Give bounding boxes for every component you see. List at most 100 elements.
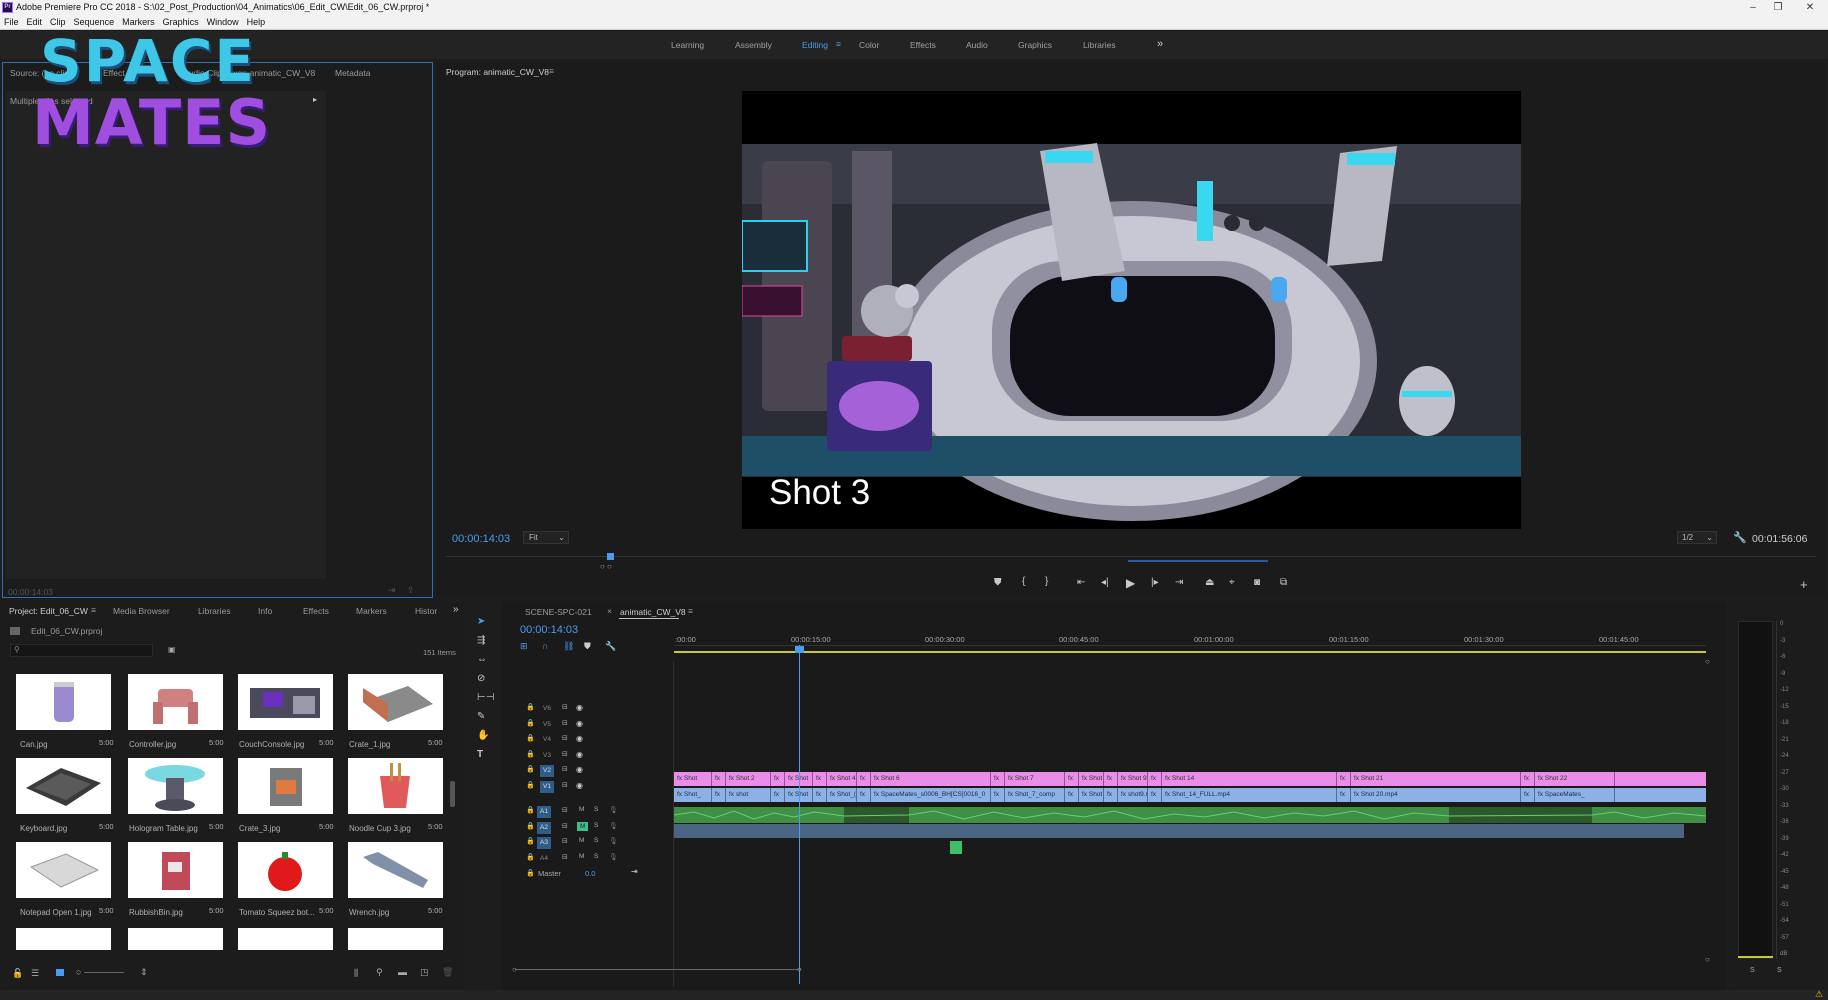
timeline-clip[interactable]: fx Shot 6: [871, 772, 991, 786]
timeline-clip[interactable]: fx: [1148, 788, 1162, 802]
timeline-playhead[interactable]: [795, 646, 804, 653]
solo-button[interactable]: S: [594, 806, 598, 813]
solo-button[interactable]: S: [594, 853, 598, 860]
track-select-tool-icon[interactable]: ⇶: [477, 635, 485, 646]
tab-info[interactable]: Info: [258, 606, 272, 616]
timeline-clip[interactable]: fx: [857, 788, 871, 802]
project-item-couchconsole[interactable]: [238, 674, 333, 730]
resolution-dropdown[interactable]: 1/2 ⌄: [1677, 531, 1717, 544]
lock-icon[interactable]: 🔒: [526, 734, 535, 742]
project-scrollbar[interactable]: [450, 781, 455, 807]
tab-libraries[interactable]: Libraries: [198, 606, 231, 616]
timeline-clip[interactable]: fx: [1065, 788, 1079, 802]
project-item-crate3[interactable]: [238, 758, 333, 814]
wrench-icon[interactable]: 🔧: [605, 641, 616, 652]
ripple-edit-tool-icon[interactable]: ⇔: [477, 654, 487, 665]
go-to-end-icon[interactable]: ⇥: [631, 867, 638, 876]
mute-button[interactable]: M: [579, 806, 584, 813]
timeline-clip[interactable]: fx: [1104, 772, 1118, 786]
tab-markers[interactable]: Markers: [356, 606, 387, 616]
timeline-scrollbar[interactable]: [515, 969, 801, 970]
slip-tool-icon[interactable]: ⊢⊣: [477, 692, 494, 703]
add-marker-icon[interactable]: ⛊: [994, 577, 1002, 588]
new-bin-icon[interactable]: ▣: [168, 645, 176, 654]
program-playhead[interactable]: [607, 553, 615, 560]
toggle-sync-lock-icon[interactable]: ⊟: [562, 750, 568, 758]
more-tabs-icon[interactable]: »: [453, 604, 459, 615]
timeline-clip[interactable]: fx Shot: [1079, 788, 1104, 802]
project-item-rubbishbin[interactable]: [128, 842, 223, 898]
track-label-v6[interactable]: V6: [540, 703, 554, 715]
close-tab-icon[interactable]: ×: [607, 606, 612, 616]
track-label-v3[interactable]: V3: [540, 750, 554, 762]
toggle-sync-lock-icon[interactable]: ⊟: [562, 703, 568, 711]
timeline-clip[interactable]: fx: [857, 772, 871, 786]
more-workspaces-icon[interactable]: »: [1157, 38, 1163, 50]
search-input[interactable]: [10, 644, 153, 657]
mute-button[interactable]: M: [579, 853, 584, 860]
timeline-clip[interactable]: fx Shot_: [674, 788, 712, 802]
export-frame-icon[interactable]: ◙: [1254, 577, 1260, 588]
trash-icon[interactable]: 🗑: [442, 967, 453, 978]
timeline-clip[interactable]: fx Shot 20.mp4: [1351, 788, 1521, 802]
menu-file[interactable]: File: [0, 15, 23, 29]
timeline-clip[interactable]: fx Shot 2: [726, 772, 771, 786]
zoom-slider-icon[interactable]: ○: [76, 967, 81, 977]
razor-tool-icon[interactable]: ⊘: [477, 673, 485, 684]
list-view-icon[interactable]: ☰: [31, 968, 39, 979]
timeline-clip[interactable]: fx SpaceMates_: [1535, 788, 1615, 802]
timeline-clip[interactable]: fx Shot_7_comp: [1005, 788, 1065, 802]
lock-icon[interactable]: 🔒: [526, 781, 535, 789]
tab-project[interactable]: Project: Edit_06_CW: [9, 606, 88, 616]
track-label-v1[interactable]: V1: [540, 780, 554, 793]
project-item-tomato[interactable]: [238, 842, 333, 898]
lock-icon[interactable]: 🔒: [526, 765, 535, 773]
timeline-clip[interactable]: fx: [991, 788, 1005, 802]
icon-view-icon[interactable]: [56, 969, 64, 976]
lock-icon[interactable]: 🔒: [526, 750, 535, 758]
timeline-timecode[interactable]: 00:00:14:03: [520, 624, 578, 636]
mic-icon[interactable]: 🎙: [609, 806, 618, 814]
timeline-clip[interactable]: fx Shot 9: [1118, 772, 1148, 786]
track-label-v5[interactable]: V5: [540, 719, 554, 731]
timeline-clip[interactable]: fx: [1148, 772, 1162, 786]
go-to-out-icon[interactable]: ⇥: [1175, 577, 1183, 588]
time-ruler[interactable]: [674, 645, 1706, 646]
project-item-partial[interactable]: [238, 928, 333, 950]
step-back-icon[interactable]: ◂|: [1101, 577, 1109, 588]
timeline-clip[interactable]: fx Shot_14_FULL.mp4: [1162, 788, 1337, 802]
type-tool-icon[interactable]: T: [477, 749, 483, 760]
timeline-clip[interactable]: fx: [1065, 772, 1079, 786]
go-to-in-icon[interactable]: ⇤: [1077, 577, 1085, 588]
solo-left[interactable]: S: [1750, 967, 1755, 974]
track-label-a1[interactable]: A1: [537, 806, 551, 818]
wrench-icon[interactable]: 🔧: [1733, 531, 1747, 544]
timeline-clip[interactable]: fx Shot 7: [1005, 772, 1065, 786]
step-forward-icon[interactable]: |▸: [1151, 577, 1159, 588]
v2-track-clips[interactable]: fx Shot fx fx Shot 2 fx fx Shot fx fx Shot 4 fx…: [674, 772, 1706, 786]
lock-icon[interactable]: 🔒: [526, 853, 535, 861]
scroll-handle-icon[interactable]: ○: [1705, 955, 1710, 964]
track-label-a2[interactable]: A2: [537, 821, 551, 834]
project-item-hologram-table[interactable]: [128, 758, 223, 814]
workspace-graphics[interactable]: Graphics: [1018, 40, 1052, 50]
timeline-clip[interactable]: fx: [991, 772, 1005, 786]
toggle-sync-lock-icon[interactable]: ⊟: [562, 765, 568, 773]
timeline-clip[interactable]: fx: [771, 788, 785, 802]
mark-in-icon[interactable]: {: [1022, 576, 1025, 587]
add-button-icon[interactable]: +: [1800, 577, 1808, 592]
tab-scene-spc-021[interactable]: SCENE-SPC-021: [525, 607, 592, 617]
timeline-clip[interactable]: fx Shot 14: [1162, 772, 1337, 786]
new-bin-icon[interactable]: ▬: [398, 967, 407, 977]
project-item-noodle-cup[interactable]: [348, 758, 443, 814]
tab-effects[interactable]: Effects: [303, 606, 329, 616]
toggle-sync-lock-icon[interactable]: ⊟: [562, 822, 568, 830]
eye-icon[interactable]: ◉: [576, 750, 583, 759]
scroll-handle-icon[interactable]: ○: [512, 965, 517, 974]
toggle-sync-lock-icon[interactable]: ⊟: [562, 853, 568, 861]
timeline-clip[interactable]: fx: [712, 772, 726, 786]
project-item-keyboard[interactable]: [16, 758, 111, 814]
nest-icon[interactable]: ⊞: [520, 641, 528, 652]
timeline-clip[interactable]: fx Shot 21: [1351, 772, 1521, 786]
mute-button[interactable]: M: [579, 837, 584, 844]
